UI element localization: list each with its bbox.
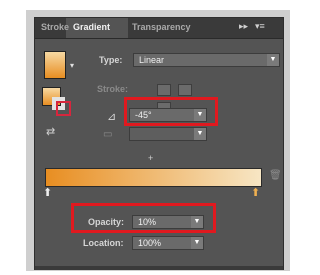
type-value: Linear xyxy=(139,55,165,65)
trash-icon[interactable]: 🗑 xyxy=(269,170,282,181)
tab-stroke[interactable]: Stroke xyxy=(41,22,69,32)
location-label: Location: xyxy=(83,238,124,248)
chevron-down-icon: ▼ xyxy=(191,237,203,249)
panel-tab-bar: Stroke Gradient Transparency ▸▸ ▾≡ xyxy=(35,18,283,39)
angle-highlight-box xyxy=(124,97,218,126)
tab-gradient[interactable]: Gradient xyxy=(73,22,110,32)
gradient-midpoint-icon[interactable]: + xyxy=(148,153,153,163)
aspect-ratio-input[interactable]: ▼ xyxy=(129,127,207,141)
location-input[interactable]: 100% ▼ xyxy=(132,236,204,250)
stroke-gradient-options xyxy=(157,83,205,114)
reverse-gradient-icon[interactable]: ⇄ xyxy=(46,125,55,138)
gradient-stop-right-icon[interactable]: ⬆ xyxy=(251,186,260,199)
fill-stroke-indicator[interactable] xyxy=(42,87,72,117)
opacity-highlight-box xyxy=(71,203,216,233)
panel-expand-icon[interactable]: ▸▸ xyxy=(239,21,248,32)
stroke-within-icon[interactable] xyxy=(157,84,171,96)
gradient-swatch[interactable] xyxy=(44,51,66,79)
swatch-dropdown-icon[interactable]: ▾ xyxy=(70,61,74,70)
type-select[interactable]: Linear ▼ xyxy=(133,53,280,67)
aspect-ratio-icon: ▭ xyxy=(103,129,113,140)
panel-bottom-edge xyxy=(35,266,283,270)
location-value: 100% xyxy=(138,238,162,248)
gradient-stop-left-icon[interactable]: ⬆ xyxy=(43,186,52,199)
stroke-label: Stroke: xyxy=(97,84,129,94)
tab-transparency[interactable]: Transparency xyxy=(132,22,191,32)
angle-icon: ⊿ xyxy=(107,111,117,123)
stroke-along-icon[interactable] xyxy=(178,84,193,96)
stroke-none-indicator xyxy=(56,101,71,116)
chevron-down-icon: ▼ xyxy=(194,128,206,140)
type-label: Type: xyxy=(99,55,123,65)
chevron-down-icon: ▼ xyxy=(267,54,279,66)
panel-menu-icon[interactable]: ▾≡ xyxy=(255,21,265,32)
gradient-slider[interactable] xyxy=(45,168,262,187)
